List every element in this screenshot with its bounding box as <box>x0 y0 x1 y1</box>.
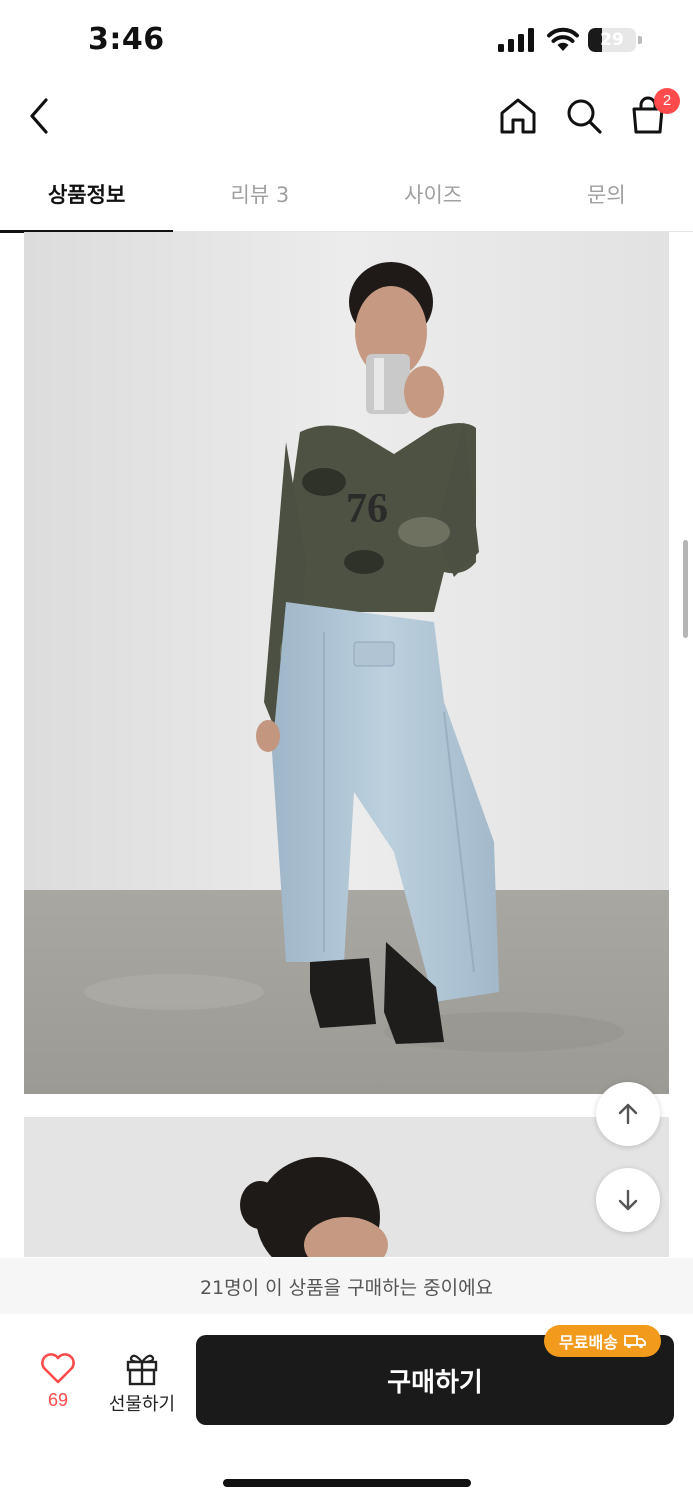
model-photo-illustration: 76 <box>24 232 669 1094</box>
gift-label: 선물하기 <box>108 1394 176 1415</box>
free-shipping-label: 무료배송 <box>559 1333 618 1352</box>
scroll-indicator[interactable] <box>683 540 688 638</box>
free-shipping-badge: 무료배송 <box>544 1325 661 1357</box>
cart-count-badge: 2 <box>654 88 680 114</box>
truck-icon <box>624 1335 646 1348</box>
bottom-action-bar: 69 선물하기 구매하기 무료배송 <box>0 1314 693 1500</box>
tab-reviews[interactable]: 리뷰 3 <box>173 156 346 232</box>
product-tabs: 상품정보 리뷰 3 사이즈 문의 <box>0 156 693 233</box>
cellular-signal-icon <box>498 28 534 52</box>
arrow-down-icon <box>618 1189 638 1211</box>
svg-text:76: 76 <box>346 486 388 532</box>
gift-icon <box>126 1354 158 1386</box>
top-nav: 2 <box>0 80 693 156</box>
status-time: 3:46 <box>88 22 165 57</box>
status-bar: 3:46 29 <box>0 0 693 80</box>
tab-inquiry[interactable]: 문의 <box>520 156 693 232</box>
wifi-icon <box>547 27 579 51</box>
search-icon[interactable] <box>562 94 606 138</box>
chevron-left-icon[interactable] <box>20 92 60 140</box>
home-indicator[interactable] <box>223 1479 471 1487</box>
tab-product-info[interactable]: 상품정보 <box>0 156 174 233</box>
battery-icon: 29 <box>588 28 642 52</box>
product-photo: 76 <box>24 232 669 1094</box>
tab-size[interactable]: 사이즈 <box>347 156 520 232</box>
heart-icon <box>41 1353 75 1384</box>
home-icon[interactable] <box>496 94 540 138</box>
arrow-up-icon <box>618 1103 638 1125</box>
model-closeup-illustration <box>24 1117 669 1257</box>
gift-button[interactable]: 선물하기 <box>104 1350 180 1420</box>
like-count: 69 <box>47 1390 69 1410</box>
battery-level: 29 <box>600 30 624 50</box>
buyers-banner: 21명이 이 상품을 구매하는 중이에요 <box>0 1258 693 1314</box>
scroll-down-button[interactable] <box>596 1168 660 1232</box>
product-photo-2 <box>24 1117 669 1257</box>
scroll-up-button[interactable] <box>596 1082 660 1146</box>
